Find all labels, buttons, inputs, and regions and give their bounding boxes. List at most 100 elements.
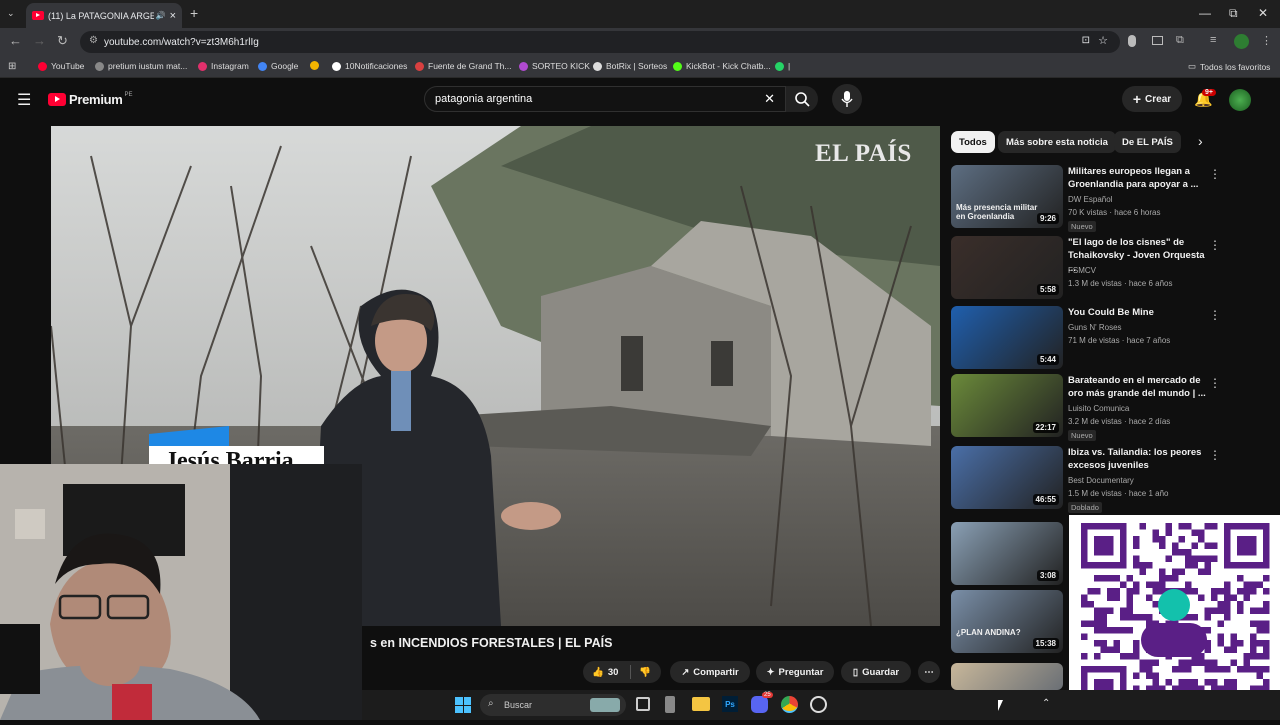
bookmark-item[interactable] [310, 61, 323, 70]
site-info-icon[interactable]: ⚙ [89, 35, 98, 46]
hamburger-menu-icon[interactable]: ☰ [17, 90, 31, 110]
chip-more-news[interactable]: Más sobre esta noticia [998, 131, 1116, 153]
video-thumbnail[interactable]: ¿PLAN ANDINA? 15:38 [951, 590, 1063, 653]
qr-module [1081, 633, 1088, 640]
bookmark-item[interactable]: Google [258, 61, 298, 71]
address-bar[interactable]: ⚙ youtube.com/watch?v=zt3M6h1rlIg ⊡ ☆ [80, 31, 1120, 53]
qr-module [1172, 542, 1179, 549]
task-view-icon[interactable] [636, 697, 650, 711]
bookmark-item[interactable]: BotRix | Sorteos [593, 61, 667, 71]
rec-title[interactable]: Militares europeos llegan a Groenlandia … [1068, 165, 1208, 191]
youtube-logo[interactable]: Premium PE [48, 92, 133, 107]
forward-icon[interactable]: → [33, 33, 46, 48]
bookmark-item[interactable]: pretium iustum mat... [95, 61, 187, 71]
chrome-menu-icon[interactable]: ⋮ [1261, 34, 1272, 47]
video-thumbnail[interactable]: Más presencia militar en Groenlandia 9:2… [951, 165, 1063, 228]
rec-title[interactable]: Ibiza vs. Tailandia: los peores excesos … [1068, 446, 1208, 472]
chip-from-channel[interactable]: De EL PAÍS [1114, 131, 1181, 153]
audio-icon[interactable]: 🔊 [156, 11, 166, 20]
tray-chevron-icon[interactable]: ⌃ [1042, 698, 1050, 709]
discord-icon[interactable] [751, 696, 768, 713]
chevron-right-icon[interactable]: › [1198, 133, 1203, 149]
file-explorer-icon[interactable] [692, 697, 710, 711]
bookmark-item[interactable]: 10Notificaciones [332, 61, 407, 71]
bookmark-item[interactable]: Instagram [198, 61, 249, 71]
rec-title[interactable]: You Could Be Mine [1068, 306, 1208, 319]
voice-search-button[interactable] [832, 84, 862, 114]
more-vert-icon[interactable]: ⋮ [1209, 376, 1221, 390]
tab-close-icon[interactable]: × [170, 10, 176, 22]
save-button[interactable]: ▯ Guardar [841, 661, 911, 683]
account-avatar[interactable] [1229, 89, 1251, 111]
chip-all[interactable]: Todos [951, 131, 995, 153]
qr-module [1165, 555, 1172, 562]
bookmark-item[interactable]: | [775, 61, 790, 71]
chrome-taskbar-icon[interactable] [781, 696, 798, 713]
video-thumbnail[interactable]: 22:17 [951, 374, 1063, 437]
new-tab-button[interactable]: + [190, 5, 198, 21]
tab-search-icon[interactable]: ⌄ [7, 8, 15, 19]
bookmark-star-icon[interactable]: ☆ [1098, 34, 1108, 47]
all-favorites-folder[interactable]: ▭ Todos los favoritos [1188, 61, 1270, 72]
discord-badge: 25 [762, 692, 773, 698]
create-button[interactable]: + Crear [1122, 86, 1182, 112]
more-vert-icon[interactable]: ⋮ [1209, 167, 1221, 181]
bookmark-item[interactable]: YouTube [38, 61, 84, 71]
search-input[interactable]: patagonia argentina ✕ [424, 86, 786, 112]
qr-module [1094, 575, 1101, 582]
rec-channel[interactable]: Luisito Comunica [1068, 404, 1129, 413]
share-button[interactable]: ↗ Compartir [670, 661, 750, 683]
qr-module [1100, 640, 1107, 647]
more-vert-icon[interactable]: ⋮ [1209, 238, 1221, 252]
restore-icon[interactable]: ⧉ [1229, 6, 1238, 21]
extension-icon-2[interactable] [1152, 36, 1163, 45]
app-icon[interactable] [665, 696, 675, 713]
rec-channel[interactable]: Best Documentary [1068, 476, 1134, 485]
app-icon-2[interactable] [810, 696, 827, 713]
taskbar-search[interactable]: ⌕ Buscar [480, 694, 626, 716]
back-icon[interactable]: ← [9, 33, 22, 48]
install-icon[interactable]: ⊡ [1082, 35, 1090, 46]
video-thumbnail[interactable]: 5:58 [951, 236, 1063, 299]
minimize-icon[interactable]: — [1199, 6, 1211, 20]
video-thumbnail[interactable]: 3:08 [951, 522, 1063, 585]
rec-meta: 1.5 M de vistas · hace 1 año [1068, 489, 1169, 498]
search-button[interactable] [786, 86, 818, 112]
rec-channel[interactable]: Guns N' Roses [1068, 323, 1122, 332]
qr-module [1243, 653, 1250, 660]
video-thumbnail[interactable]: 46:55 [951, 446, 1063, 509]
apps-grid-icon[interactable]: ⊞ [8, 61, 16, 72]
photoshop-icon[interactable]: Ps [722, 696, 738, 712]
rec-channel[interactable]: FSMCV [1068, 266, 1096, 275]
video-thumbnail[interactable]: 5:44 [951, 306, 1063, 369]
qr-module [1250, 588, 1257, 595]
qr-module [1159, 536, 1166, 543]
qr-module [1172, 666, 1179, 673]
reload-icon[interactable]: ↻ [57, 33, 68, 49]
bookmark-favicon-icon [415, 61, 424, 71]
media-control-icon[interactable]: ≡ [1210, 34, 1216, 46]
more-vert-icon[interactable]: ⋮ [1209, 308, 1221, 322]
bookmark-item[interactable]: Fuente de Grand Th... [415, 61, 511, 71]
ask-button[interactable]: ✦ Preguntar [756, 661, 834, 683]
browser-tab[interactable]: (11) La PATAGONIA ARGEN 🔊 × [26, 3, 182, 28]
qr-module [1243, 666, 1250, 673]
close-window-icon[interactable]: ✕ [1258, 6, 1268, 20]
video-thumbnail[interactable] [951, 663, 1063, 690]
bookmark-item[interactable]: KickBot - Kick Chatb... [673, 61, 771, 71]
profile-avatar[interactable] [1234, 34, 1249, 49]
rec-title[interactable]: Barateando en el mercado de oro más gran… [1068, 374, 1208, 400]
extension-icon[interactable] [1128, 35, 1136, 47]
more-actions-button[interactable]: ⋯ [918, 661, 940, 683]
clear-search-icon[interactable]: ✕ [764, 91, 775, 107]
windows-start-icon[interactable] [455, 697, 471, 713]
rec-channel[interactable]: DW Español [1068, 195, 1112, 204]
more-vert-icon[interactable]: ⋮ [1209, 448, 1221, 462]
extensions-puzzle-icon[interactable]: ⧉ [1176, 34, 1184, 47]
thumbs-down-icon[interactable]: 👎 [639, 667, 651, 678]
duration-badge: 15:38 [1032, 638, 1059, 649]
bookmark-item[interactable]: SORTEO KICK [519, 61, 590, 71]
qr-module [1224, 646, 1231, 653]
like-button[interactable]: 👍 30 👎 [583, 661, 661, 683]
qr-finder [1237, 536, 1257, 556]
